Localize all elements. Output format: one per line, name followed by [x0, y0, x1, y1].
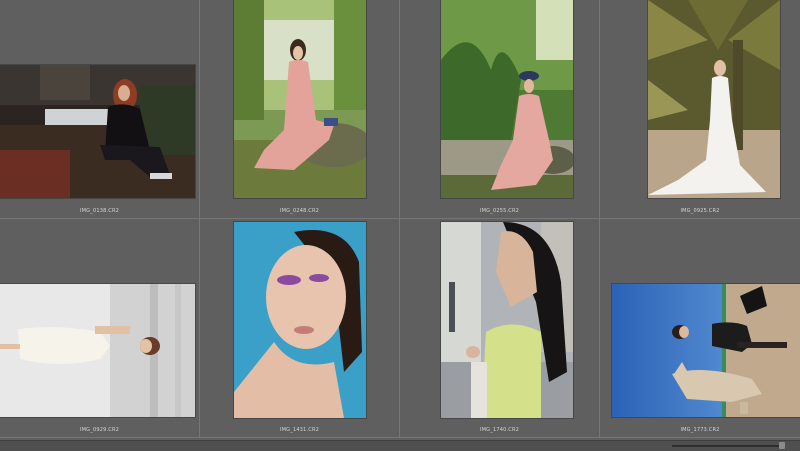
- thumbnail-filename: IMG_0925.CR2: [680, 208, 720, 214]
- thumbnail-cell[interactable]: IMG_1431.CR2: [200, 219, 400, 438]
- thumbnail-filename: IMG_0255.CR2: [479, 208, 520, 214]
- thumbnail-cell[interactable]: IMG_0255.CR2: [400, 0, 600, 219]
- thumbnail-filename: IMG_0138.CR2: [79, 208, 120, 214]
- thumbnail-filename: IMG_1773.CR2: [680, 427, 720, 433]
- thumbnail-image[interactable]: [441, 222, 573, 418]
- thumbnail-image[interactable]: [0, 284, 195, 417]
- thumbnail-image[interactable]: [648, 0, 780, 198]
- thumbnail-filename: IMG_1740.CR2: [479, 427, 520, 433]
- slider-handle[interactable]: [779, 442, 785, 449]
- thumbnail-filename: IMG_0929.CR2: [79, 427, 120, 433]
- thumbnail-cell[interactable]: IMG_0248.CR2: [200, 0, 400, 219]
- thumbnail-image[interactable]: [234, 0, 366, 198]
- thumbnail-filename: IMG_1431.CR2: [279, 427, 320, 433]
- thumbnail-image[interactable]: [234, 222, 366, 418]
- thumbnail-image[interactable]: [0, 65, 195, 198]
- thumbnail-grid: IMG_0138.CR2 IMG_0248.CR2 IMG_0255.CR2 I…: [0, 0, 800, 440]
- thumbnail-filename: IMG_0248.CR2: [279, 208, 320, 214]
- thumbnail-cell[interactable]: IMG_1773.CR2: [600, 219, 800, 438]
- thumbnail-cell[interactable]: IMG_1740.CR2: [400, 219, 600, 438]
- thumbnail-image[interactable]: [612, 284, 800, 417]
- status-bar: [0, 440, 800, 451]
- thumbnail-image[interactable]: [441, 0, 573, 198]
- thumbnail-cell[interactable]: IMG_0925.CR2: [600, 0, 800, 219]
- thumbnail-cell[interactable]: IMG_0138.CR2: [0, 0, 200, 219]
- thumbnail-cell[interactable]: IMG_0929.CR2: [0, 219, 200, 438]
- thumbnail-size-slider[interactable]: [672, 445, 780, 447]
